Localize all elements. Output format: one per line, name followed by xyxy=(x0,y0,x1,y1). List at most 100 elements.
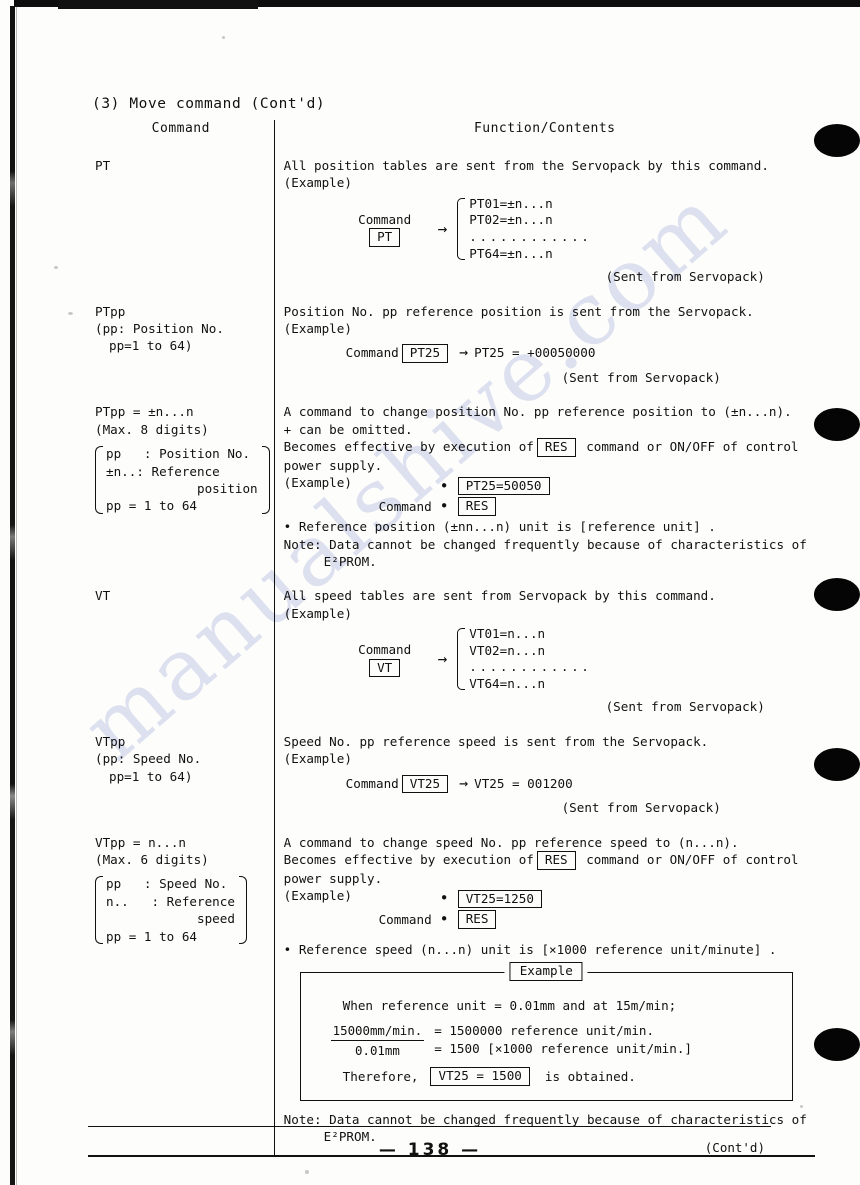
obtained-label: is obtained. xyxy=(544,1068,636,1084)
command-name: VT xyxy=(95,588,111,604)
bullet-unit-note: • Reference speed (n...n) unit is [×1000… xyxy=(283,942,777,957)
command-token-row: • PT25=50050 xyxy=(439,476,553,496)
arrow-icon: → xyxy=(459,343,468,362)
list-item: VT02=n...n xyxy=(469,642,546,658)
command-label: Command xyxy=(378,911,432,927)
command-token-row: • RES xyxy=(440,910,545,929)
row-effective-line: Becomes effective by execution of RES com… xyxy=(284,851,807,870)
command-token-pt25-set[interactable]: PT25=50050 xyxy=(457,476,550,496)
command-subnote: (Max. 8 digits) xyxy=(95,421,209,437)
example-callout-legend: Example xyxy=(504,962,588,982)
list-item-ellipsis: ............ xyxy=(469,659,592,675)
sent-from-note: (Sent from Servopack) xyxy=(561,370,721,386)
example-conclusion: Therefore, VT25 = 1500 is obtained. xyxy=(317,1066,776,1086)
bullet-icon: • xyxy=(439,910,449,929)
command-token-res[interactable]: RES xyxy=(536,851,576,870)
command-flow-inline: Command VT25 → VT25 = 001200 xyxy=(284,773,807,794)
arrow-icon: → xyxy=(459,773,468,792)
command-token-row: • VT25=1250 xyxy=(440,889,545,909)
table-row: VT All speed tables are sent from Servop… xyxy=(88,580,815,726)
column-header-command: Command xyxy=(88,120,275,150)
row-intro-text: All position tables are sent from the Se… xyxy=(283,158,769,173)
row-effective-line: Becomes effective by execution of RES com… xyxy=(284,438,807,457)
command-token-pt[interactable]: PT xyxy=(369,228,401,248)
command-token-vt[interactable]: VT xyxy=(369,658,401,678)
command-flow-diagram: Command PT → PT01=±n...n PT02=±n...n ...… xyxy=(284,196,807,262)
sent-from-note: (Sent from Servopack) xyxy=(605,699,765,715)
bullet-icon: • xyxy=(439,476,449,495)
row-command-cell: PTpp (pp: Position No. pp=1 to 64) xyxy=(88,295,275,397)
table-row: PTpp = ±n...n (Max. 8 digits) pp : Posit… xyxy=(88,396,815,581)
list-item-ellipsis: ............ xyxy=(469,228,592,244)
command-name: VTpp xyxy=(95,733,126,749)
list-item: VT64=n...n xyxy=(469,675,546,691)
example-condition-line: When reference unit = 0.01mm and at 15m/… xyxy=(342,998,677,1014)
command-reference-table: Command Function/Contents PT All positio… xyxy=(88,120,815,1158)
page-number-value: 138 xyxy=(407,1140,453,1160)
example-label: (Example) xyxy=(283,605,352,621)
command-token-vt25-result[interactable]: VT25 = 1500 xyxy=(430,1066,530,1086)
definition-line: pp : Position No. xyxy=(106,446,251,462)
command-definition-brace: pp : Speed No. n.. : Reference speed pp … xyxy=(95,875,247,945)
command-token-list: • VT25=1250 • RES xyxy=(440,888,545,931)
example-callout-box: Example When reference unit = 0.01mm and… xyxy=(299,962,793,1101)
calculation-result-line: = 1500000 reference unit/min. xyxy=(434,1023,655,1039)
list-item: VT01=n...n xyxy=(469,626,546,641)
command-label-stack: Command PT xyxy=(346,211,424,248)
page-content: (3) Move command (Cont'd) Command Functi… xyxy=(0,0,860,1185)
definition-line: speed xyxy=(106,911,235,927)
note-continuation: E²PROM. xyxy=(323,553,377,569)
command-label: Command xyxy=(358,642,412,658)
row-intro-text: A command to change position No. pp refe… xyxy=(283,404,792,420)
effective-text-b: command or ON/OFF of control xyxy=(586,852,799,868)
row-power-supply-line: power supply. xyxy=(283,457,383,473)
command-token-res[interactable]: RES xyxy=(457,910,497,929)
command-token-group: Command • PT25=50050 • RES xyxy=(284,475,807,518)
command-token-vt25[interactable]: VT25 xyxy=(401,774,449,794)
calculation-results: = 1500000 reference unit/min. = 1500 [×1… xyxy=(434,1022,692,1058)
command-label: Command xyxy=(378,498,432,514)
bullet-unit-note: • Reference position (±nn...n) unit is [… xyxy=(283,519,716,535)
row-intro-text: All speed tables are sent from Servopack… xyxy=(283,588,716,604)
table-row: VTpp (pp: Speed No. pp=1 to 64) Speed No… xyxy=(88,725,815,827)
sent-from-note: (Sent from Servopack) xyxy=(561,800,721,816)
command-result: VT25 = 001200 xyxy=(474,775,573,791)
command-name: PTpp = ±n...n xyxy=(95,404,194,420)
list-item: PT01=±n...n xyxy=(469,195,553,211)
scanned-page: manualshive.com (3) Move command (Cont'd… xyxy=(0,0,860,1185)
row-power-supply-line: power supply. xyxy=(283,870,383,886)
command-token-pt25[interactable]: PT25 xyxy=(401,344,449,364)
arrow-icon: → xyxy=(437,649,448,669)
example-label: (Example) xyxy=(283,320,352,336)
command-token-row: • RES xyxy=(439,497,553,517)
arrow-icon: → xyxy=(437,218,448,238)
command-name: PTpp xyxy=(95,303,126,319)
command-label-stack: Command VT xyxy=(346,641,424,678)
list-item: PT02=±n...n xyxy=(469,212,553,228)
effective-text-b: command or ON/OFF of control xyxy=(586,439,799,455)
command-token-res[interactable]: RES xyxy=(457,497,497,517)
fraction: 15000mm/min. 0.01mm xyxy=(330,1022,425,1059)
table-row: PTpp (pp: Position No. pp=1 to 64) Posit… xyxy=(88,295,815,397)
definition-line: pp = 1 to 64 xyxy=(106,928,197,944)
example-legend-label: Example xyxy=(509,962,583,982)
command-definition-brace: pp : Position No. ±n..: Reference positi… xyxy=(95,445,270,515)
row-contents-cell: Position No. pp reference position is se… xyxy=(274,296,815,397)
command-token-group: Command • VT25=1250 • RES xyxy=(284,888,807,931)
row-intro-text: Speed No. pp reference speed is sent fro… xyxy=(283,733,709,749)
command-token-res[interactable]: RES xyxy=(536,438,576,457)
command-token-vt25-set[interactable]: VT25=1250 xyxy=(457,889,542,909)
response-list: VT01=n...n VT02=n...n ............ VT64=… xyxy=(457,626,591,692)
cont-d-label: (Cont'd) xyxy=(704,1140,765,1155)
command-label: Command xyxy=(345,775,399,791)
example-label: (Example) xyxy=(283,751,352,767)
bullet-icon: • xyxy=(439,497,449,516)
calculation-result-line: = 1500 [×1000 reference unit/min.] xyxy=(434,1041,692,1057)
response-list: PT01=±n...n PT02=±n...n ............ PT6… xyxy=(457,196,591,262)
command-name: PT xyxy=(95,158,111,173)
therefore-label: Therefore, xyxy=(342,1068,419,1084)
command-subnote: (pp: Position No. xyxy=(95,320,224,336)
row-note-plus-omitted: + can be omitted. xyxy=(283,421,413,437)
list-item: PT64=±n...n xyxy=(469,245,553,261)
footer-rule xyxy=(88,1126,771,1127)
